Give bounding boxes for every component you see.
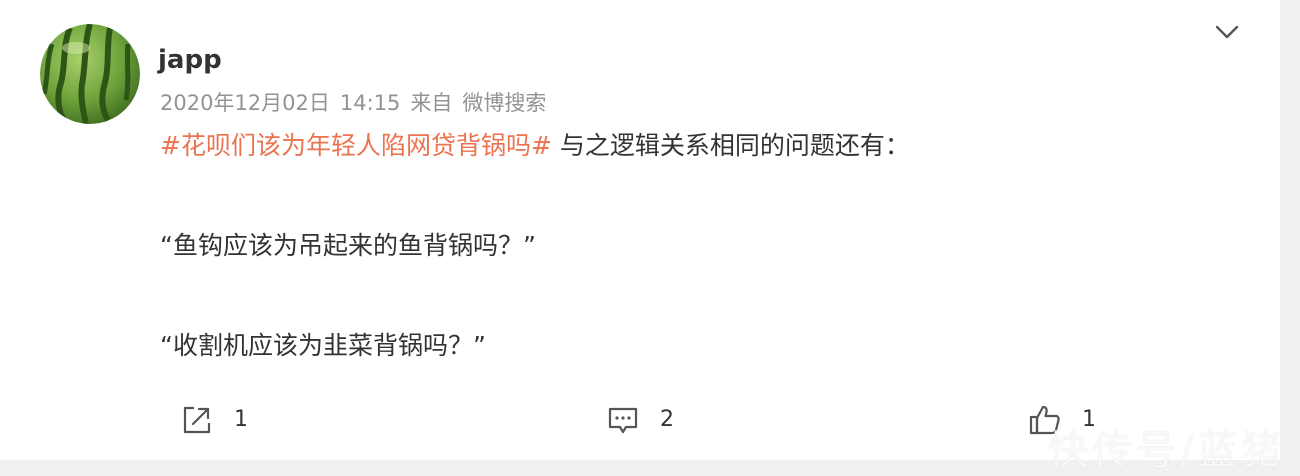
forward-icon bbox=[183, 406, 211, 434]
post-text-segment: 与之逻辑关系相同的问题还有： bbox=[551, 131, 910, 160]
post-text-line-3: “收割机应该为韭菜背锅吗？” bbox=[160, 331, 486, 360]
weibo-post-card: japp 2020年12月02日 14:15 来自 微博搜索 #花呗们该为年轻人陷网贷… bbox=[0, 0, 1280, 460]
chevron-down-icon[interactable] bbox=[1212, 18, 1242, 44]
topic-hashtag-link[interactable]: #花呗们该为年轻人陷网贷背锅吗# bbox=[160, 131, 552, 160]
comment-icon bbox=[608, 407, 638, 434]
post-text-line-2: “鱼钩应该为吊起来的鱼背锅吗？” bbox=[160, 231, 536, 260]
post-date: 2020年12月02日 bbox=[160, 91, 330, 115]
avatar[interactable] bbox=[40, 24, 140, 124]
watermelon-avatar-image bbox=[40, 24, 140, 124]
forward-button[interactable]: 1 bbox=[180, 402, 248, 438]
source-prefix: 来自 bbox=[410, 91, 453, 115]
post-time: 14:15 bbox=[339, 91, 401, 115]
post-source[interactable]: 微博搜索 bbox=[462, 91, 546, 115]
comment-count: 2 bbox=[660, 407, 674, 432]
forward-count: 1 bbox=[234, 407, 248, 432]
username[interactable]: japp bbox=[158, 42, 222, 78]
post-text-line-1: #花呗们该为年轻人陷网贷背锅吗# 与之逻辑关系相同的问题还有： bbox=[160, 128, 1240, 164]
comment-button[interactable]: 2 bbox=[606, 402, 674, 438]
watermark-text: 快传号/蓝猪 bbox=[1048, 428, 1286, 474]
post-meta: 2020年12月02日 14:15 来自 微博搜索 bbox=[160, 88, 546, 118]
